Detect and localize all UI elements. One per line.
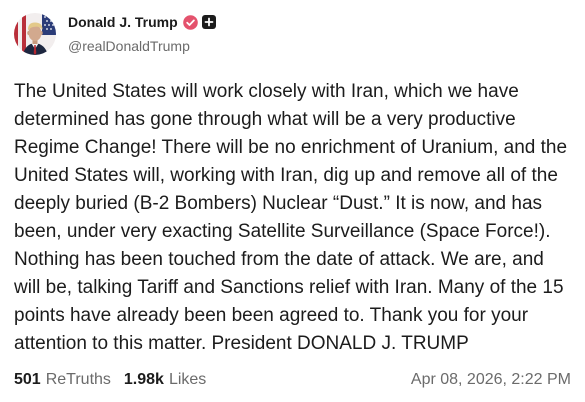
- verified-badge-icon: [182, 14, 198, 30]
- post-footer: 501 ReTruths 1.98k Likes Apr 08, 2026, 2:2…: [14, 369, 571, 391]
- post-text-line: been, under very exacting Satellite Surv…: [14, 221, 551, 242]
- username-handle[interactable]: @realDonaldTrump: [68, 37, 190, 55]
- plus-badge-icon: [201, 15, 216, 29]
- avatar-image: [14, 13, 56, 55]
- likes-label: Likes: [168, 371, 207, 388]
- truth-post: Donald J. Trump @realDonaldTrump The Uni…: [0, 0, 585, 402]
- retruths-label: ReTruths: [45, 371, 111, 388]
- post-text-line: points have already been been agreed to.…: [14, 305, 529, 326]
- post-text-line: Regime Change! There will be no enrichme…: [14, 137, 568, 158]
- engagement-stats: 501 ReTruths 1.98k Likes: [14, 369, 206, 391]
- retruths-stat[interactable]: 501 ReTruths: [14, 369, 111, 391]
- likes-stat[interactable]: 1.98k Likes: [124, 369, 206, 391]
- post-text: The United States will work closely with…: [14, 78, 574, 358]
- retruths-count: 501: [14, 371, 41, 388]
- post-text-line: United States will, working with Iran, d…: [14, 165, 558, 186]
- author-name-row: Donald J. Trump: [68, 13, 216, 31]
- post-text-line: Nothing has been touched from the date o…: [14, 249, 544, 270]
- post-text-line: deeply buried (B-2 Bombers) Nuclear “Dus…: [14, 193, 543, 214]
- post-text-line: will be, talking Tariff and Sanctions re…: [14, 277, 564, 298]
- post-text-line: The United States will work closely with…: [14, 81, 519, 102]
- post-text-line: determined has gone through what will be…: [14, 109, 516, 130]
- post-timestamp[interactable]: Apr 08, 2026, 2:22 PM: [411, 369, 571, 391]
- post-text-line: attention to this matter. President DONA…: [14, 333, 469, 354]
- likes-count: 1.98k: [123, 371, 164, 388]
- avatar[interactable]: [14, 13, 56, 55]
- display-name[interactable]: Donald J. Trump: [68, 13, 178, 31]
